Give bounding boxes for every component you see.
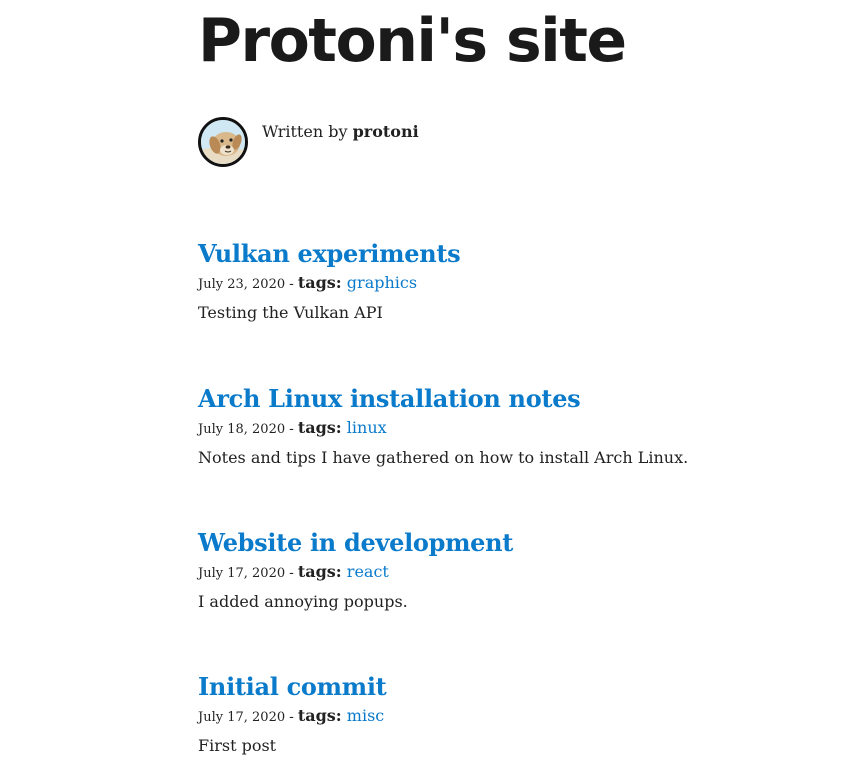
tag-link[interactable]: linux: [347, 418, 387, 437]
tags-label: tags:: [297, 706, 342, 725]
post-item: Initial commit July 17, 2020- tags: misc …: [198, 671, 798, 758]
post-description: I added annoying popups.: [198, 592, 408, 611]
site-title[interactable]: Protoni's site: [198, 6, 627, 76]
post-date: July 17, 2020: [198, 710, 286, 725]
author-byline: Written by protoni: [262, 121, 419, 143]
post-date: July 18, 2020: [198, 422, 286, 437]
tag-link[interactable]: misc: [347, 706, 384, 725]
post-meta: July 23, 2020- tags: graphics: [198, 271, 798, 297]
post-meta: July 17, 2020- tags: react: [198, 560, 798, 586]
tags-label: tags:: [297, 562, 342, 581]
page: Protoni's site Written by protoni Vulkan…: [0, 0, 842, 781]
post-meta: July 17, 2020- tags: misc: [198, 704, 798, 730]
post-title-link[interactable]: Vulkan experiments: [198, 238, 798, 270]
post-description: Testing the Vulkan API: [198, 303, 383, 322]
meta-separator: -: [289, 421, 294, 437]
meta-separator: -: [289, 709, 294, 725]
author-name: protoni: [352, 122, 419, 141]
post-meta: July 18, 2020- tags: linux: [198, 416, 798, 442]
dog-avatar-icon: [198, 117, 248, 167]
tag-link[interactable]: react: [347, 562, 389, 581]
post-date: July 23, 2020: [198, 277, 286, 292]
author-bio: Written by protoni: [198, 117, 419, 167]
post-item: Vulkan experiments July 23, 2020- tags: g…: [198, 238, 798, 325]
tag-link[interactable]: graphics: [347, 273, 417, 292]
post-description: First post: [198, 736, 277, 755]
post-title-link[interactable]: Arch Linux installation notes: [198, 383, 798, 415]
post-title-link[interactable]: Website in development: [198, 527, 798, 559]
post-title-link[interactable]: Initial commit: [198, 671, 798, 703]
post-item: Website in development July 17, 2020- tag…: [198, 527, 798, 614]
author-prefix: Written by: [262, 122, 348, 141]
post-description: Notes and tips I have gathered on how to…: [198, 448, 689, 467]
tags-label: tags:: [297, 273, 342, 292]
post-item: Arch Linux installation notes July 18, 2…: [198, 383, 798, 470]
meta-separator: -: [289, 565, 294, 581]
post-date: July 17, 2020: [198, 566, 286, 581]
meta-separator: -: [289, 276, 294, 292]
tags-label: tags:: [297, 418, 342, 437]
